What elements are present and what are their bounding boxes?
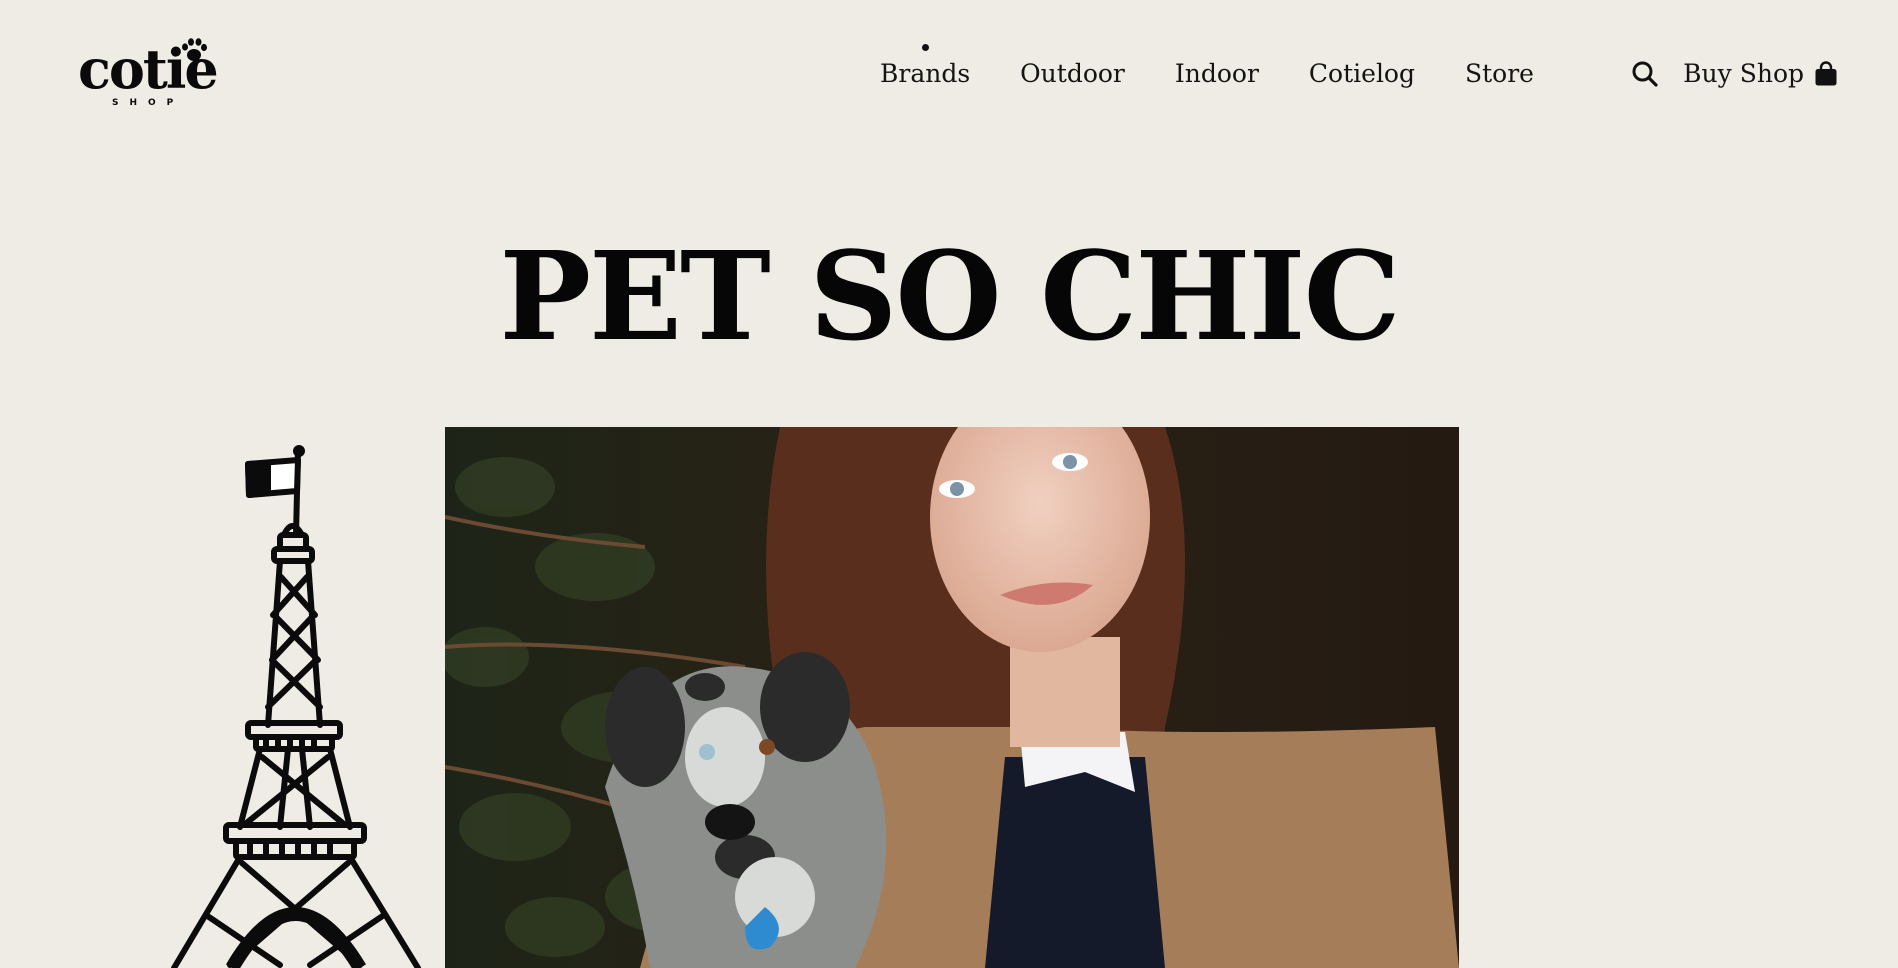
hero-title: PET SO CHIC [499, 224, 1400, 368]
header-utilities: Buy Shop [1629, 56, 1838, 92]
nav-item-cotielog[interactable]: Cotielog [1309, 56, 1415, 92]
main-nav: Brands Outdoor Indoor Cotielog Store [880, 44, 1534, 92]
search-button[interactable] [1629, 58, 1661, 90]
page: cotie SHOP Brands Outdoor Indoor Cotielo… [0, 0, 1898, 968]
nav-item-label: Store [1465, 59, 1534, 88]
logo[interactable]: cotie SHOP [76, 34, 246, 114]
hero-image [445, 427, 1459, 968]
search-icon [1632, 61, 1658, 87]
cart-label: Buy Shop [1683, 59, 1804, 88]
nav-item-indoor[interactable]: Indoor [1175, 56, 1259, 92]
nav-item-label: Outdoor [1020, 59, 1125, 88]
cart-link[interactable]: Buy Shop [1683, 56, 1838, 92]
logo-tagline: SHOP [112, 98, 185, 108]
eiffel-tower-illustration [171, 445, 421, 968]
nav-item-brands[interactable]: Brands [880, 44, 971, 92]
nav-item-label: Brands [880, 59, 971, 88]
nav-item-label: Cotielog [1308, 59, 1415, 88]
nav-item-label: Indoor [1174, 59, 1259, 88]
nav-item-outdoor[interactable]: Outdoor [1020, 56, 1125, 92]
shopping-bag-icon [1815, 61, 1837, 86]
paw-icon [182, 38, 207, 61]
active-indicator [922, 44, 930, 51]
nav-item-store[interactable]: Store [1465, 56, 1534, 92]
